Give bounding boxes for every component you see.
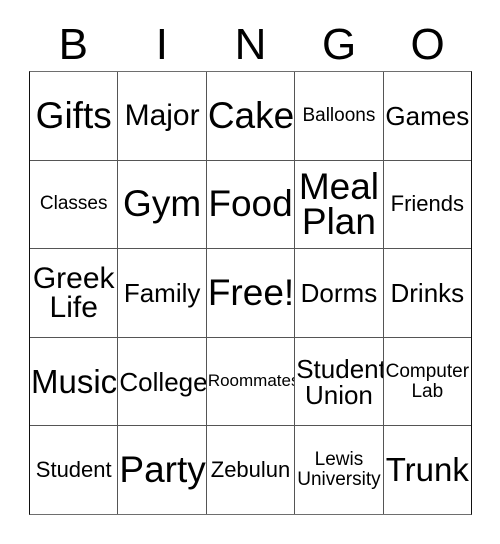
bingo-cell-label: Games — [385, 100, 470, 131]
bingo-cell[interactable]: Computer Lab — [384, 338, 471, 426]
bingo-cell-label: Free! — [207, 272, 295, 314]
bingo-card: B I N G O Gifts Major Cake Balloons Games Cla… — [0, 0, 500, 544]
bingo-cell-label: Student Union — [296, 353, 384, 410]
bingo-cell[interactable]: Greek Life — [30, 249, 119, 337]
bingo-cell[interactable]: Roommates — [207, 337, 296, 426]
bingo-header-letter-o: O — [410, 19, 445, 69]
bingo-cell[interactable]: Music — [30, 337, 119, 426]
bingo-header-letter-g: G — [321, 19, 357, 69]
bingo-row: Greek Life Family Free! Dorms Drinks — [30, 249, 471, 338]
bingo-header-row: B I N G O — [29, 18, 472, 71]
bingo-cell-label: Cake — [207, 94, 295, 136]
bingo-cell-label: Meal Plan — [298, 165, 380, 243]
bingo-cell-label: Food — [208, 183, 293, 225]
bingo-row: Classes Gym Food Meal Plan Friends — [30, 160, 471, 250]
bingo-cell-label: Student — [35, 456, 112, 482]
bingo-cell[interactable]: Drinks — [384, 249, 471, 337]
bingo-cell-label: Balloons — [302, 104, 376, 126]
bingo-cell-label: College — [119, 366, 207, 397]
bingo-cell-label: Major — [124, 99, 200, 133]
bingo-cell[interactable]: Games — [384, 72, 471, 160]
bingo-cell[interactable]: Student — [30, 426, 119, 514]
bingo-cell[interactable]: Classes — [30, 160, 119, 249]
bingo-cell-label: Gifts — [35, 94, 112, 136]
bingo-cell[interactable]: Lewis University — [295, 426, 384, 514]
bingo-cell[interactable]: Balloons — [295, 72, 384, 160]
bingo-cell[interactable]: Family — [118, 249, 207, 337]
bingo-cell-label: Music — [31, 362, 118, 400]
bingo-row: Music College Roommates Student Union Comput… — [30, 337, 471, 427]
bingo-cell-label: Party — [119, 449, 206, 491]
bingo-cell-label: Greek Life — [32, 261, 115, 324]
bingo-cell-label: Computer Lab — [385, 360, 470, 402]
bingo-cell[interactable]: Party — [118, 426, 207, 514]
bingo-cell[interactable]: Meal Plan — [295, 160, 384, 249]
bingo-cell-label: Gym — [123, 183, 202, 225]
bingo-cell-label: Dorms — [300, 277, 378, 308]
bingo-cell[interactable]: Zebulun — [207, 426, 296, 514]
bingo-cell-label: Roommates — [207, 371, 296, 391]
bingo-cell[interactable]: Food — [207, 160, 296, 249]
bingo-cell[interactable]: Major — [118, 72, 207, 160]
bingo-cell-free-space[interactable]: Free! — [207, 249, 296, 337]
bingo-cell[interactable]: Gym — [118, 160, 207, 249]
bingo-header-letter-i: I — [155, 19, 168, 69]
bingo-grid: Gifts Major Cake Balloons Games Classes Gym Foo… — [29, 71, 472, 515]
bingo-cell[interactable]: Dorms — [295, 249, 384, 337]
bingo-cell-label: Classes — [39, 193, 108, 215]
bingo-cell-label: Lewis University — [297, 449, 381, 491]
bingo-cell-label: Friends — [390, 191, 464, 217]
bingo-row: Student Party Zebulun Lewis University Trunk — [30, 426, 471, 514]
bingo-cell[interactable]: Cake — [207, 72, 296, 160]
bingo-header-letter-n: N — [234, 19, 267, 69]
bingo-cell-label: Family — [123, 277, 201, 308]
bingo-cell[interactable]: Trunk — [384, 426, 471, 514]
bingo-row: Gifts Major Cake Balloons Games — [30, 72, 471, 161]
bingo-cell[interactable]: Gifts — [30, 72, 119, 160]
bingo-header-letter-b: B — [58, 19, 88, 69]
bingo-cell-label: Drinks — [390, 277, 465, 308]
bingo-cell[interactable]: Student Union — [295, 337, 384, 426]
bingo-cell[interactable]: Friends — [384, 161, 471, 249]
bingo-cell[interactable]: College — [118, 337, 207, 426]
bingo-cell-label: Zebulun — [210, 456, 291, 482]
bingo-cell-label: Trunk — [385, 451, 469, 489]
